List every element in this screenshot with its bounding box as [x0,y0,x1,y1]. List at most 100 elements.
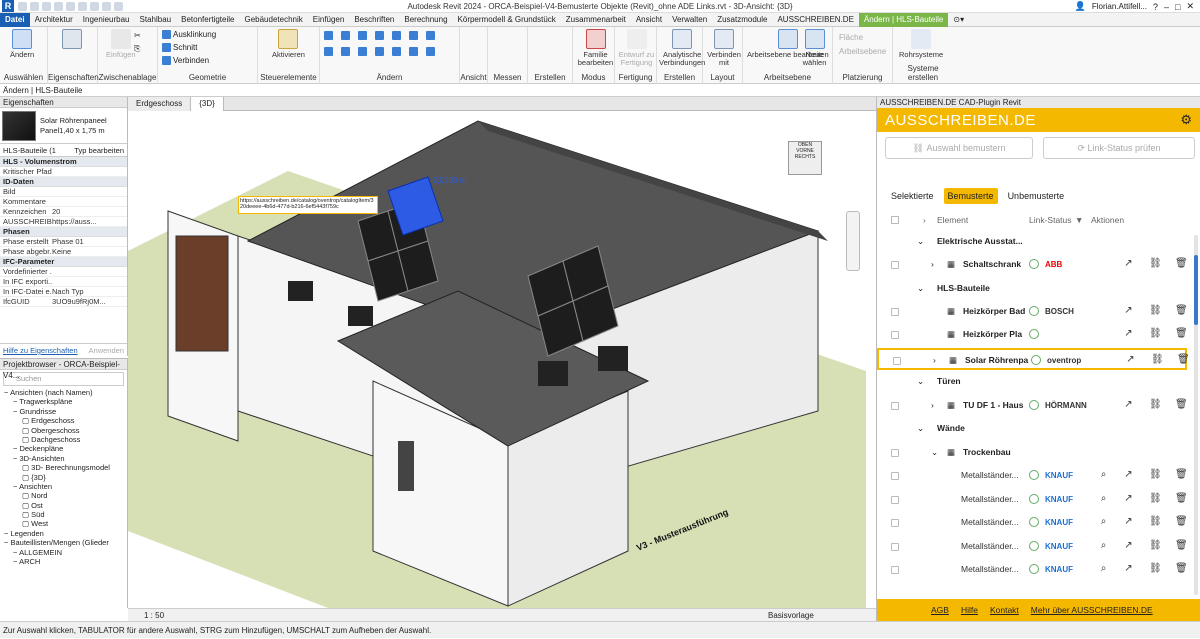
tree-node[interactable]: − Grundrisse [0,407,127,416]
chevron-down-icon[interactable]: ⌄ [917,236,924,247]
delete-icon[interactable]: 🗑 [1175,399,1188,410]
properties-button[interactable] [62,29,82,51]
search-icon[interactable]: ⌕ [1098,469,1109,480]
open-link-icon[interactable]: ↗ [1123,469,1134,480]
chevron-right-icon[interactable]: › [933,355,936,365]
tree-node[interactable]: − Tragwerkspläne [0,397,127,406]
group-row[interactable]: ⌄ HLS-Bauteile [877,278,1187,300]
contact-link[interactable]: Kontakt [990,605,1019,615]
row-checkbox[interactable] [891,261,899,269]
edit-family-button[interactable]: Familie bearbeiten [577,29,614,67]
tree-node[interactable]: ▢ Dachgeschoss [0,435,127,444]
tree-node[interactable]: ▢ {3D} [0,473,127,482]
row-checkbox[interactable] [893,357,901,365]
delete-icon[interactable]: 🗑 [1175,258,1188,269]
property-row[interactable]: Kennzeichen 20 [0,207,127,217]
link-icon[interactable]: ⛓ [1149,469,1162,480]
paste-button[interactable]: Einfügen [106,29,136,59]
search-icon[interactable]: ⌕ [1098,493,1109,504]
tree-node[interactable]: ▢ Ost [0,501,127,510]
minimize-button[interactable]: – [1164,2,1169,12]
col-element[interactable]: Element [937,215,968,225]
link-icon[interactable]: ⛓ [1149,258,1162,269]
tree-node[interactable]: − Ansichten [0,482,127,491]
item-row[interactable]: Metallständer... KNAUF ⌕ ↗ ⛓ 🗑 [877,536,1188,558]
link-icon[interactable]: ⛓ [1151,354,1164,365]
item-row[interactable]: Metallständer... KNAUF ⌕ ↗ ⛓ 🗑 [877,465,1188,487]
tree-node[interactable]: ▢ West [0,519,127,528]
chevron-down-icon[interactable]: ⌄ [917,376,924,387]
property-row[interactable]: In IFC exporti... [0,277,127,287]
modify-tools[interactable] [324,31,435,40]
tab-betonfertigteile[interactable]: Betonfertigteile [176,13,239,27]
group-row[interactable]: ⌄ Türen [877,371,1187,393]
link-icon[interactable]: ⛓ [1149,516,1162,527]
tab-zusatzmodule[interactable]: Zusatzmodule [712,13,772,27]
property-section[interactable]: ID-Daten [0,177,127,187]
property-row[interactable]: Bild [0,187,127,197]
item-row[interactable]: Metallständer... KNAUF ⌕ ↗ ⛓ 🗑 [877,489,1188,511]
tree-node[interactable]: − 3D-Ansichten [0,454,127,463]
item-row[interactable]: Metallständer... KNAUF ⌕ ↗ ⛓ 🗑 [877,512,1188,534]
property-value[interactable]: 20 [52,207,127,216]
chevron-down-icon[interactable]: ⌄ [917,283,924,294]
tab-bemusterte[interactable]: Bemusterte [943,188,998,204]
modify-button[interactable]: Ändern [10,29,34,59]
connect-into-button[interactable]: Verbinden mit [706,29,742,67]
property-value[interactable]: Nach Typ [52,287,127,296]
property-value[interactable]: Keine [52,247,127,256]
tab-ausschreiben[interactable]: AUSSCHREIBEN.DE [772,13,858,27]
search-icon[interactable]: ⌕ [1098,516,1109,527]
open-link-icon[interactable]: ↗ [1123,563,1134,574]
copy-icon[interactable]: ⎘ [134,44,140,54]
filter-icon[interactable]: ▼ [1075,215,1083,225]
item-row[interactable]: › ▦ TU DF 1 - Haus HÖRMANN ↗ ⛓ 🗑 [877,395,1188,417]
item-row[interactable]: ⌄ ▦ Trockenbau [877,442,1187,464]
check-link-button[interactable]: ⟳ Link-Status prüfen [1043,137,1195,159]
tree-node[interactable]: − Deckenpläne [0,444,127,453]
face-button[interactable]: Fläche [839,33,863,42]
help-link[interactable]: Hilfe [961,605,978,615]
analytical-connections-button[interactable]: Analytische Verbindungen [659,29,705,67]
tab-aendern-hls[interactable]: Ändern | HLS-Bauteile [858,12,949,27]
item-row[interactable]: › ▦ Schaltschrank ABB ↗ ⛓ 🗑 [877,254,1188,276]
tree-node[interactable]: ▢ Erdgeschoss [0,416,127,425]
property-row[interactable]: Kommentare [0,197,127,207]
design-to-fab-button[interactable]: Entwurf zu Fertigung [617,29,656,67]
property-value[interactable]: Phase 01 [52,237,127,246]
user-icon[interactable]: 👤 [1075,1,1086,12]
property-value[interactable] [52,167,127,176]
open-link-icon[interactable]: ↗ [1125,354,1136,365]
search-icon[interactable]: ⌕ [1098,540,1109,551]
delete-icon[interactable]: 🗑 [1175,328,1188,339]
delete-icon[interactable]: 🗑 [1175,469,1188,480]
browser-search[interactable]: Suchen [3,372,124,386]
tree-node[interactable]: − Bauteillisten/Mengen (Glieder [0,538,127,547]
row-checkbox[interactable] [891,496,899,504]
navigation-bar[interactable] [846,211,860,271]
activate-button[interactable]: Aktivieren [272,29,305,59]
open-link-icon[interactable]: ↗ [1123,516,1134,527]
open-link-icon[interactable]: ↗ [1123,540,1134,551]
edit-type-button[interactable]: Typ bearbeiten [74,144,124,156]
row-checkbox[interactable] [891,402,899,410]
workplane-placement-button[interactable]: Arbeitsebene [839,47,886,56]
tab-berechnung[interactable]: Berechnung [399,13,452,27]
row-checkbox[interactable] [891,331,899,339]
tree-node[interactable]: ▢ Süd [0,510,127,519]
chevron-right-icon[interactable]: › [931,400,934,410]
row-checkbox[interactable] [891,308,899,316]
settings-icon[interactable]: ⚙ [1180,112,1192,128]
group-row[interactable]: ⌄ Wände [877,418,1187,440]
item-row[interactable]: › ▦ Solar Röhrenpa oventrop ↗ ⛓ 🗑 [877,348,1190,370]
chevron-down-icon[interactable]: ⌄ [917,423,924,434]
tree-node[interactable]: − Legenden [0,529,127,538]
property-section[interactable]: HLS - Volumenstrom [0,157,127,167]
properties-help-link[interactable]: Hilfe zu Eigenschaften [3,344,78,356]
property-row[interactable]: In IFC-Datei e... Nach Typ [0,287,127,297]
tab-ansicht[interactable]: Ansicht [631,13,667,27]
property-section[interactable]: Phasen [0,227,127,237]
open-link-icon[interactable]: ↗ [1123,258,1134,269]
sample-selection-button[interactable]: ⛓ Auswahl bemustern [885,137,1033,159]
tab-unbemusterte[interactable]: Unbemusterte [1004,188,1069,204]
